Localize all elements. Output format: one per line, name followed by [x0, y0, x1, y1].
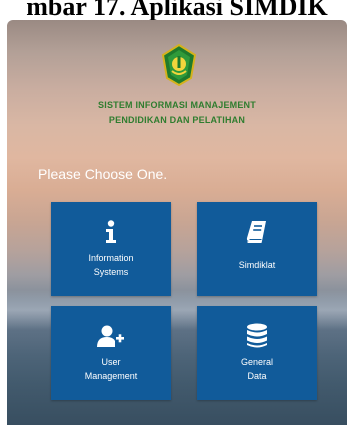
general-data-tile[interactable]: General Data: [197, 306, 317, 400]
user-add-icon: [51, 324, 171, 348]
info-icon: [51, 220, 171, 244]
tile-label: User Management: [51, 355, 171, 383]
user-management-tile[interactable]: User Management: [51, 306, 171, 400]
tile-label: General Data: [197, 355, 317, 383]
tile-label-line2: Systems: [93, 267, 129, 277]
app-screen: SISTEM INFORMASI MANAJEMENT PENDIDIKAN D…: [7, 20, 347, 425]
choose-prompt: Please Choose One.: [38, 166, 168, 182]
tile-label-line2: Management: [84, 371, 138, 381]
tile-label: Information Systems: [51, 251, 171, 279]
tile-label: Simdiklat: [238, 260, 276, 270]
org-title-line2: PENDIDIKAN DAN PELATIHAN: [108, 115, 246, 125]
information-systems-tile[interactable]: Information Systems: [51, 202, 171, 296]
tile-label-line1: Information: [88, 253, 134, 263]
database-icon: [197, 323, 317, 348]
org-title-line1: SISTEM INFORMASI MANAJEMENT: [98, 100, 256, 110]
simdiklat-tile[interactable]: Simdiklat: [197, 202, 317, 296]
ministry-emblem-icon: [161, 44, 197, 86]
tile-label-line1: General: [240, 357, 274, 367]
tile-label-line2: Data: [247, 371, 267, 381]
tile-label-line1: User: [101, 357, 121, 367]
book-icon: [197, 220, 317, 244]
